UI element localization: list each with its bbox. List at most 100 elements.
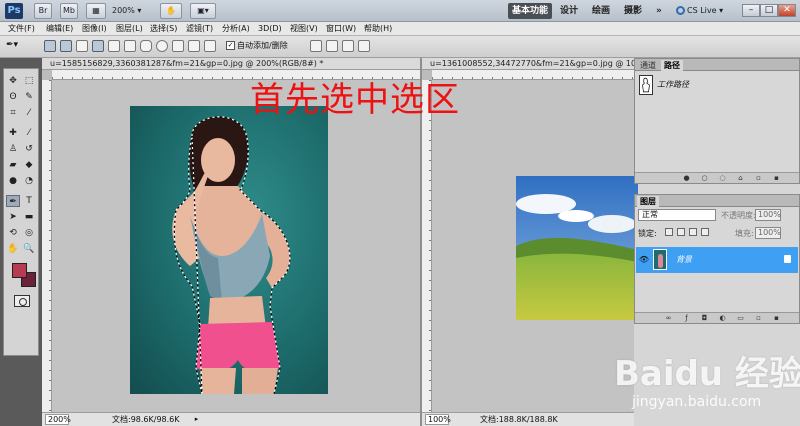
link-layers-icon[interactable]: ∞: [665, 315, 672, 322]
layer-mask-icon[interactable]: ◘: [701, 315, 708, 322]
menu-help[interactable]: 帮助(H): [364, 23, 392, 35]
lock-transparent-icon[interactable]: [665, 228, 673, 236]
freeform-pen-button[interactable]: [108, 40, 120, 52]
tab-channels[interactable]: 通道: [637, 60, 659, 71]
menu-filter[interactable]: 滤镜(T): [186, 23, 213, 35]
paths-mode-button[interactable]: [60, 40, 72, 52]
auto-add-delete-checkbox[interactable]: ✓: [226, 41, 235, 50]
quick-mask-button[interactable]: [14, 295, 30, 307]
menu-layer[interactable]: 图层(L): [116, 23, 143, 35]
blend-mode-select[interactable]: 正常: [638, 209, 716, 221]
workspace-essentials[interactable]: 基本功能: [508, 3, 553, 19]
document-tab-2[interactable]: u=1361008552,34472770&fm=21&gp=0.jpg @ 1…: [422, 58, 634, 70]
view-extras-button[interactable]: ▦: [86, 3, 106, 19]
lock-all-icon[interactable]: [701, 228, 709, 236]
menu-file[interactable]: 文件(F): [8, 23, 35, 35]
3d-rotate-tool[interactable]: ⟲: [6, 227, 20, 239]
3d-orbit-tool[interactable]: ◎: [22, 227, 36, 239]
brush-tool[interactable]: ⁄: [22, 127, 36, 139]
launch-bridge-button[interactable]: Br: [34, 3, 52, 19]
path-to-selection-icon[interactable]: ◌: [719, 175, 726, 182]
lock-image-icon[interactable]: [677, 228, 685, 236]
cs-live-button[interactable]: CS Live ▾: [676, 3, 736, 19]
rectangle-shape-button[interactable]: [124, 40, 136, 52]
workspace-painting[interactable]: 绘画: [588, 3, 614, 19]
status-menu-arrow-1[interactable]: ▸: [192, 415, 201, 424]
polygon-shape-button[interactable]: [172, 40, 184, 52]
workspace-more-button[interactable]: »: [652, 3, 666, 19]
move-tool[interactable]: ✥: [6, 75, 20, 87]
lock-position-icon[interactable]: [689, 228, 697, 236]
menu-view[interactable]: 视图(V): [290, 23, 318, 35]
workspace-photography[interactable]: 摄影: [620, 3, 646, 19]
path-selection-tool[interactable]: ➤: [6, 211, 20, 223]
status-zoom-field-1[interactable]: 200%: [45, 414, 71, 425]
workspace-design[interactable]: 设计: [556, 3, 582, 19]
launch-mini-bridge-button[interactable]: Mb: [60, 3, 78, 19]
menu-select[interactable]: 选择(S): [150, 23, 177, 35]
ellipse-shape-button[interactable]: [156, 40, 168, 52]
fill-input[interactable]: 100%: [755, 227, 781, 239]
dodge-tool[interactable]: ◔: [22, 175, 36, 187]
subtract-path-area-button[interactable]: [326, 40, 338, 52]
history-brush-tool[interactable]: ↺: [22, 143, 36, 155]
type-tool[interactable]: T: [22, 195, 36, 207]
tab-paths[interactable]: 路径: [661, 60, 683, 71]
pen-tool-preset-picker[interactable]: ✒▾: [6, 40, 26, 52]
shape-layers-mode-button[interactable]: [44, 40, 56, 52]
hand-tool-button[interactable]: ✋: [160, 3, 182, 19]
intersect-path-area-button[interactable]: [342, 40, 354, 52]
document-tab-1[interactable]: u=1585156829,3360381287&fm=21&gp=0.jpg @…: [42, 58, 420, 70]
eye-visibility-icon[interactable]: 👁: [638, 255, 650, 265]
exclude-path-area-button[interactable]: [358, 40, 370, 52]
arrange-documents-button[interactable]: ▣▾: [190, 3, 216, 19]
crop-tool[interactable]: ⌗: [6, 107, 20, 119]
woman-photo: [130, 106, 328, 394]
clone-stamp-tool[interactable]: ♙: [6, 143, 20, 155]
close-button[interactable]: ✕: [778, 4, 796, 17]
new-layer-icon[interactable]: ▫: [755, 315, 762, 322]
new-group-icon[interactable]: ▭: [737, 315, 744, 322]
path-item-work-path[interactable]: 工作路径: [637, 74, 797, 96]
fill-path-icon[interactable]: ●: [683, 175, 690, 182]
line-shape-button[interactable]: [188, 40, 200, 52]
status-zoom-field-2[interactable]: 100%: [425, 414, 451, 425]
marquee-tool[interactable]: ⬚: [22, 75, 36, 87]
fill-pixels-mode-button[interactable]: [76, 40, 88, 52]
quick-selection-tool[interactable]: ✎: [22, 91, 36, 103]
shape-tool[interactable]: ▬: [22, 211, 36, 223]
adjustment-layer-icon[interactable]: ◐: [719, 315, 726, 322]
menu-edit[interactable]: 编辑(E): [46, 23, 73, 35]
layer-style-icon[interactable]: ƒ: [683, 315, 690, 322]
maximize-button[interactable]: □: [760, 4, 778, 17]
delete-layer-icon[interactable]: ▪: [773, 315, 780, 322]
lasso-tool[interactable]: ʘ: [6, 91, 20, 103]
layer-row-background[interactable]: 👁 背景: [636, 247, 798, 273]
delete-path-icon[interactable]: ▪: [773, 175, 780, 182]
menu-analysis[interactable]: 分析(A): [222, 23, 250, 35]
stroke-path-icon[interactable]: ○: [701, 175, 708, 182]
foreground-color-swatch[interactable]: [12, 263, 27, 278]
menu-3d[interactable]: 3D(D): [258, 23, 282, 35]
document-canvas-1[interactable]: [52, 80, 420, 412]
add-to-path-area-button[interactable]: [310, 40, 322, 52]
rounded-rectangle-button[interactable]: [140, 40, 152, 52]
pen-tool[interactable]: ✒: [6, 195, 20, 207]
opacity-input[interactable]: 100%: [755, 209, 781, 221]
menu-window[interactable]: 窗口(W): [326, 23, 356, 35]
minimize-button[interactable]: –: [742, 4, 760, 17]
custom-shape-button[interactable]: [204, 40, 216, 52]
blur-tool[interactable]: ●: [6, 175, 20, 187]
zoom-level-select[interactable]: 200% ▾: [112, 4, 156, 18]
new-path-icon[interactable]: ▫: [755, 175, 762, 182]
tab-layers[interactable]: 图层: [637, 196, 659, 207]
healing-brush-tool[interactable]: ✚: [6, 127, 20, 139]
paint-bucket-tool[interactable]: ◆: [22, 159, 36, 171]
hand-tool[interactable]: ✋: [6, 243, 20, 255]
selection-to-path-icon[interactable]: ⌂: [737, 175, 744, 182]
menu-image[interactable]: 图像(I): [82, 23, 107, 35]
pen-mode-button[interactable]: [92, 40, 104, 52]
eyedropper-tool[interactable]: ⁄: [22, 107, 36, 119]
eraser-tool[interactable]: ▰: [6, 159, 20, 171]
zoom-tool[interactable]: 🔍: [22, 243, 36, 255]
